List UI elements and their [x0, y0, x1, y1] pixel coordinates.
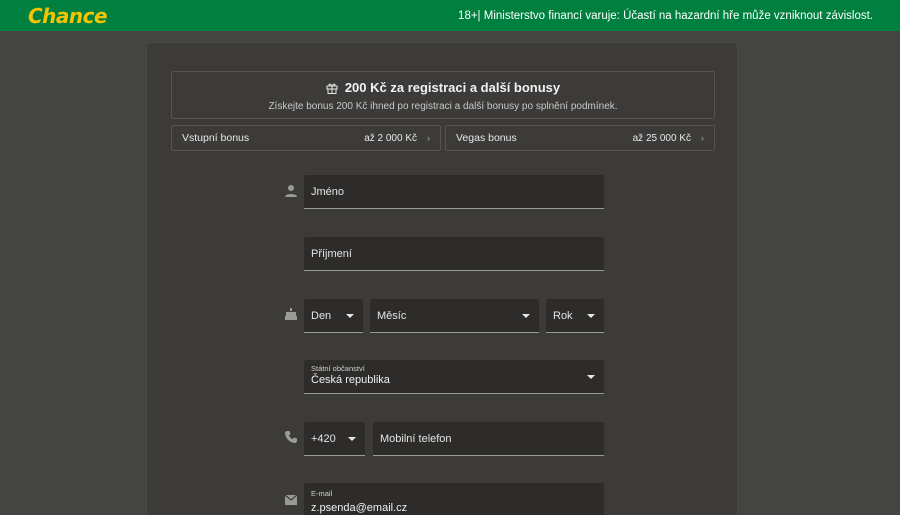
phone-prefix-select[interactable]: +420: [304, 422, 365, 456]
citizenship-label: Státní občanství: [311, 364, 365, 373]
top-bar: Chance 18+| Ministerstvo financí varuje:…: [0, 0, 900, 31]
vegas-bonus-value: až 25 000 Kč: [632, 132, 691, 144]
citizenship-select[interactable]: Státní občanství Česká republika: [304, 360, 604, 394]
citizenship-value: Česká republika: [311, 374, 390, 386]
birth-day-value: Den: [311, 309, 332, 322]
birth-month-select[interactable]: Měsíc: [370, 299, 539, 333]
mobile-phone-placeholder: Mobilní telefon: [380, 432, 452, 445]
bonus-title: 200 Kč za registraci a další bonusy: [344, 80, 561, 95]
vegas-bonus-tile[interactable]: Vegas bonus až 25 000 Kč ›: [445, 125, 715, 151]
email-input[interactable]: E-mail z.psenda@email.cz: [304, 483, 604, 515]
dropdown-caret-icon: [346, 313, 354, 318]
last-name-input[interactable]: Příjmení: [304, 237, 604, 271]
birth-month-value: Měsíc: [377, 309, 407, 322]
email-label: E-mail: [311, 489, 333, 498]
registration-panel: 200 Kč za registraci a další bonusy Získ…: [146, 42, 738, 515]
birth-day-select[interactable]: Den: [304, 299, 363, 333]
phone-prefix-value: +420: [311, 432, 336, 445]
entry-bonus-tile[interactable]: Vstupní bonus až 2 000 Kč ›: [171, 125, 441, 151]
mobile-phone-input[interactable]: Mobilní telefon: [373, 422, 604, 456]
chevron-right-icon: ›: [427, 133, 430, 143]
dropdown-caret-icon: [348, 436, 356, 441]
gambling-warning: 18+| Ministerstvo financí varuje: Účastí…: [458, 9, 873, 22]
first-name-placeholder: Jméno: [311, 185, 345, 198]
birth-year-value: Rok: [553, 309, 573, 322]
email-value: z.psenda@email.cz: [311, 502, 408, 514]
entry-bonus-value: až 2 000 Kč: [364, 132, 417, 144]
entry-bonus-label: Vstupní bonus: [182, 132, 250, 144]
dropdown-caret-icon: [522, 313, 530, 318]
dropdown-caret-icon: [587, 313, 595, 318]
gift-icon: [326, 83, 338, 94]
last-name-placeholder: Příjmení: [311, 247, 352, 260]
person-icon: [285, 185, 297, 197]
vegas-bonus-label: Vegas bonus: [456, 132, 517, 144]
chance-logo[interactable]: Chance: [28, 4, 108, 28]
birth-year-select[interactable]: Rok: [546, 299, 604, 333]
first-name-input[interactable]: Jméno: [304, 175, 604, 209]
birthday-cake-icon: [285, 308, 297, 320]
chevron-right-icon: ›: [701, 133, 704, 143]
bonus-banner: 200 Kč za registraci a další bonusy Získ…: [171, 71, 715, 119]
bonus-title-row: 200 Kč za registraci a další bonusy: [172, 80, 714, 95]
bonus-subtitle: Získejte bonus 200 Kč ihned po registrac…: [268, 101, 618, 112]
dropdown-caret-icon: [587, 374, 595, 379]
phone-icon: [285, 431, 297, 443]
email-icon: [284, 494, 298, 505]
